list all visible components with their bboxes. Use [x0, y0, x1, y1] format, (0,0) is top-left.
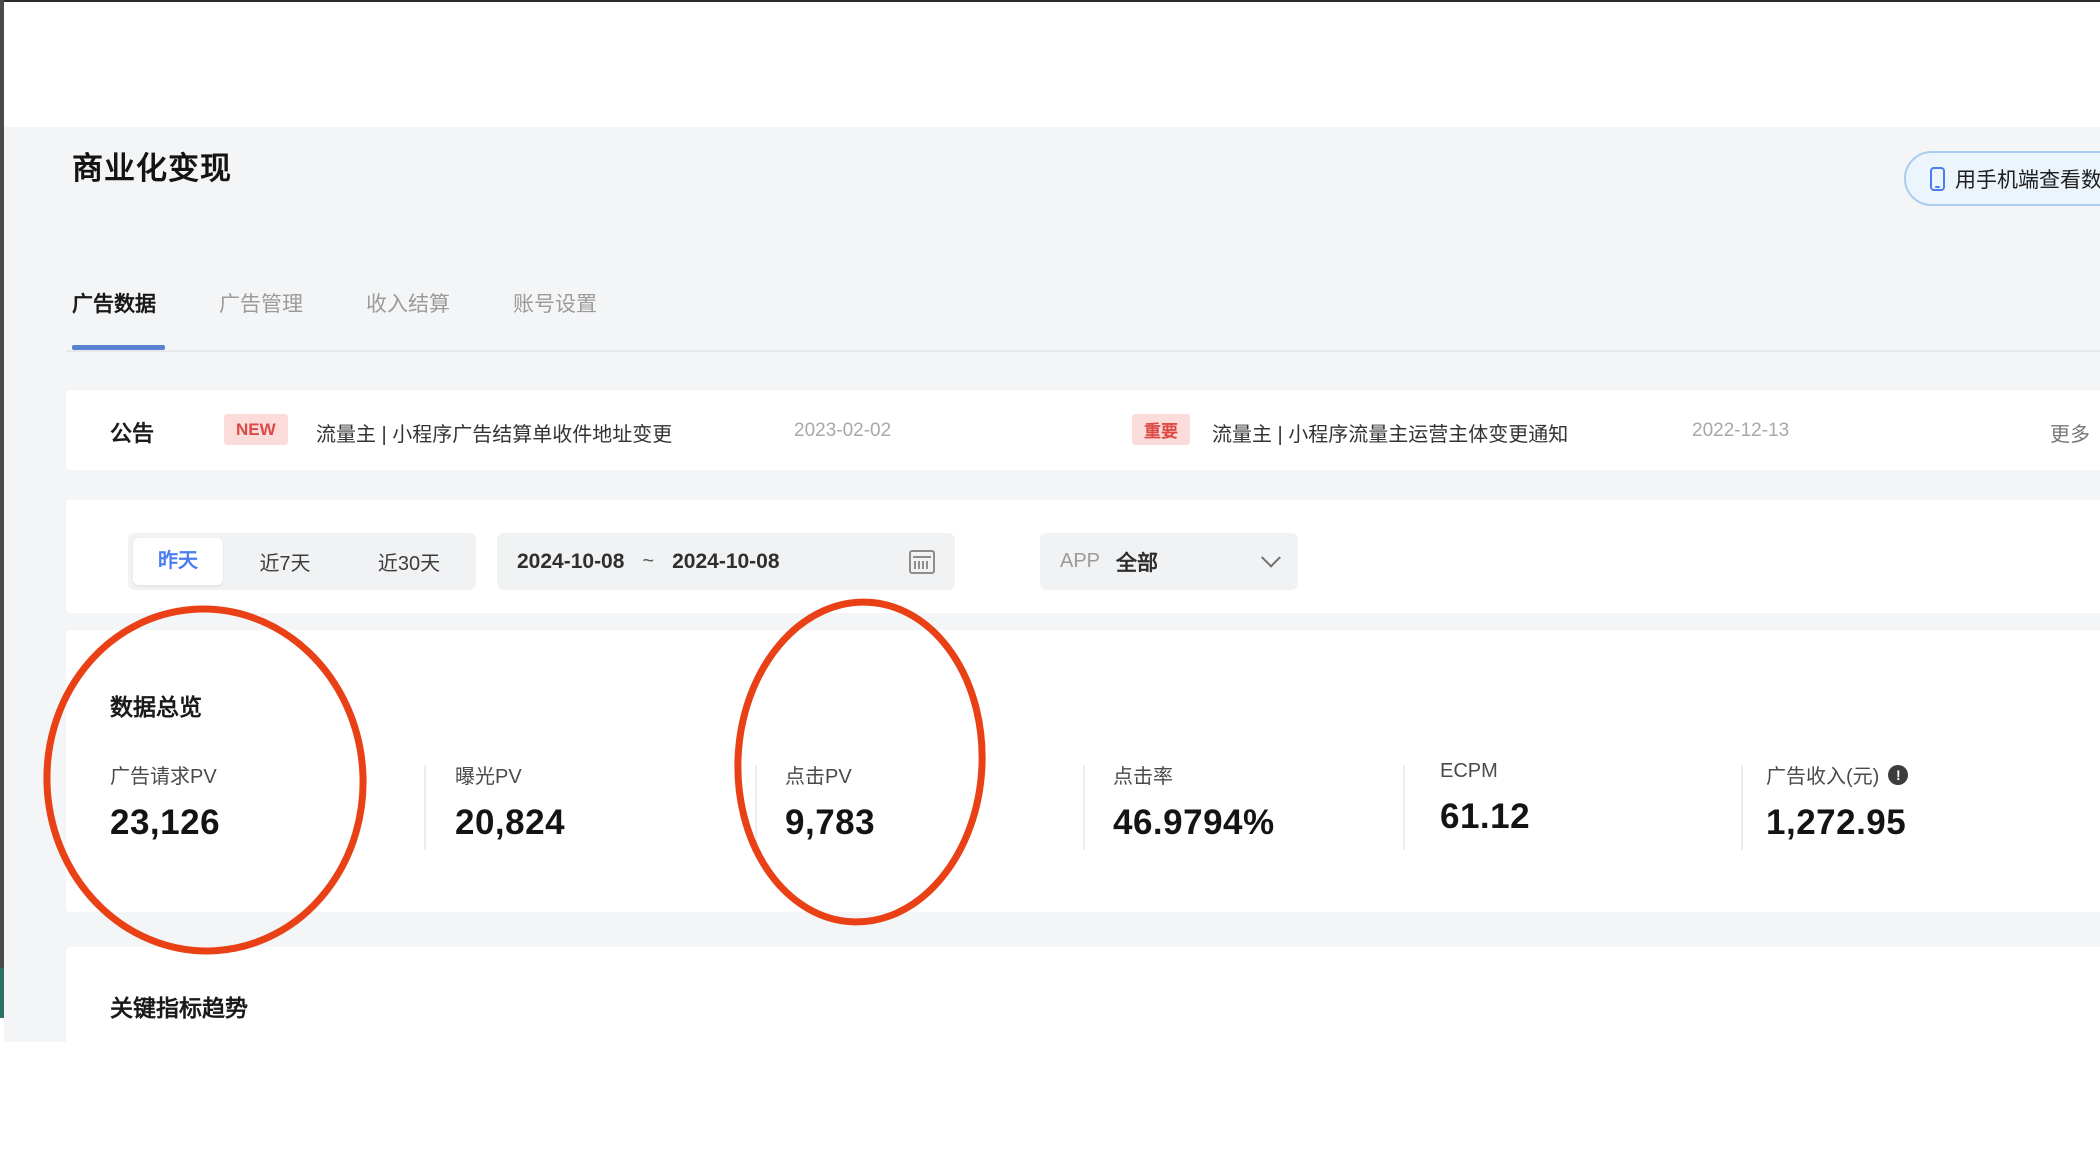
range-30days-button[interactable]: 近30天 — [347, 547, 471, 576]
ad-monetization-dashboard: { "page": { "title": "商业化变现" }, "header"… — [0, 0, 2100, 1156]
date-quick-range-segmented-control: 昨天 近7天 近30天 — [128, 533, 476, 590]
metric-click-rate: 点击率 46.9794% — [1113, 760, 1275, 843]
metric-ad-revenue: 广告收入(元) ! 1,272.95 — [1766, 760, 1909, 843]
chevron-down-icon — [1261, 547, 1281, 568]
main-tabs: 广告数据 广告管理 收入结算 账号设置 — [72, 288, 597, 318]
active-tab-underline — [72, 345, 165, 350]
tabs-divider — [66, 350, 2100, 352]
new-badge: NEW — [224, 414, 288, 445]
metric-divider — [1083, 765, 1085, 850]
phone-icon — [1930, 166, 1945, 191]
app-filter-label: APP — [1060, 550, 1101, 572]
filter-bar: 昨天 近7天 近30天 2024-10-08 ~ 2024-10-08 APP … — [66, 500, 2100, 613]
announcement-date-2: 2022-12-13 — [1692, 420, 1790, 441]
tab-ad-management[interactable]: 广告管理 — [219, 288, 303, 318]
metric-divider — [1741, 765, 1743, 850]
metric-value: 46.9794% — [1113, 803, 1275, 842]
data-overview-card: 数据总览 广告请求PV 23,126 曝光PV 20,824 点击PV 9,78… — [66, 630, 2100, 912]
data-overview-title: 数据总览 — [110, 694, 202, 720]
range-7days-button[interactable]: 近7天 — [223, 547, 347, 576]
metric-divider — [1403, 765, 1405, 850]
metric-ad-request-pv: 广告请求PV 23,126 — [110, 760, 220, 843]
metric-click-pv: 点击PV 9,783 — [785, 760, 875, 843]
metric-divider — [424, 765, 426, 850]
announcement-more-link[interactable]: 更多 — [2050, 418, 2090, 447]
tab-ad-data[interactable]: 广告数据 — [72, 288, 156, 318]
view-on-mobile-button[interactable]: 用手机端查看数据 — [1904, 151, 2100, 206]
range-yesterday-button[interactable]: 昨天 — [133, 538, 223, 585]
view-on-mobile-label: 用手机端查看数据 — [1955, 168, 2100, 192]
metric-label: 曝光PV — [455, 766, 522, 788]
metric-label: 点击PV — [785, 766, 852, 788]
date-range-picker[interactable]: 2024-10-08 ~ 2024-10-08 — [497, 533, 955, 590]
metric-value: 1,272.95 — [1766, 803, 1907, 842]
key-metric-trend-title: 关键指标趋势 — [110, 995, 248, 1021]
metric-value: 20,824 — [455, 803, 566, 842]
date-range-end: 2024-10-08 — [672, 549, 780, 573]
window-top-edge — [0, 0, 2100, 2]
announcement-title: 公告 — [110, 421, 155, 446]
announcement-link-2[interactable]: 流量主 | 小程序流量主运营主体变更通知 — [1212, 418, 1568, 447]
metric-label: ECPM — [1440, 760, 1498, 782]
tab-account-settings[interactable]: 账号设置 — [513, 288, 597, 318]
page-title: 商业化变现 — [72, 151, 232, 186]
date-range-separator: ~ — [642, 550, 655, 572]
metric-value: 23,126 — [110, 803, 221, 842]
metric-value: 9,783 — [785, 803, 876, 842]
info-icon[interactable]: ! — [1888, 764, 1909, 785]
metric-ecpm: ECPM 61.12 — [1440, 760, 1530, 837]
date-range-start: 2024-10-08 — [517, 549, 625, 573]
tab-income-settlement[interactable]: 收入结算 — [366, 288, 450, 318]
metric-label: 点击率 — [1113, 766, 1173, 788]
app-filter-dropdown[interactable]: APP 全部 — [1040, 533, 1298, 590]
metric-label: 广告请求PV — [110, 766, 217, 788]
important-badge: 重要 — [1132, 414, 1190, 445]
calendar-icon — [909, 549, 935, 574]
key-metric-trend-card: 关键指标趋势 — [66, 947, 2100, 1156]
announcement-date-1: 2023-02-02 — [794, 420, 892, 441]
app-filter-value: 全部 — [1116, 551, 1159, 575]
metric-value: 61.12 — [1440, 797, 1531, 836]
metric-impression-pv: 曝光PV 20,824 — [455, 760, 565, 843]
metric-label: 广告收入(元) — [1766, 766, 1880, 788]
announcement-bar: 公告 NEW 流量主 | 小程序广告结算单收件地址变更 2023-02-02 重… — [66, 390, 2100, 470]
announcement-link-1[interactable]: 流量主 | 小程序广告结算单收件地址变更 — [316, 418, 672, 447]
metric-divider — [755, 765, 757, 850]
